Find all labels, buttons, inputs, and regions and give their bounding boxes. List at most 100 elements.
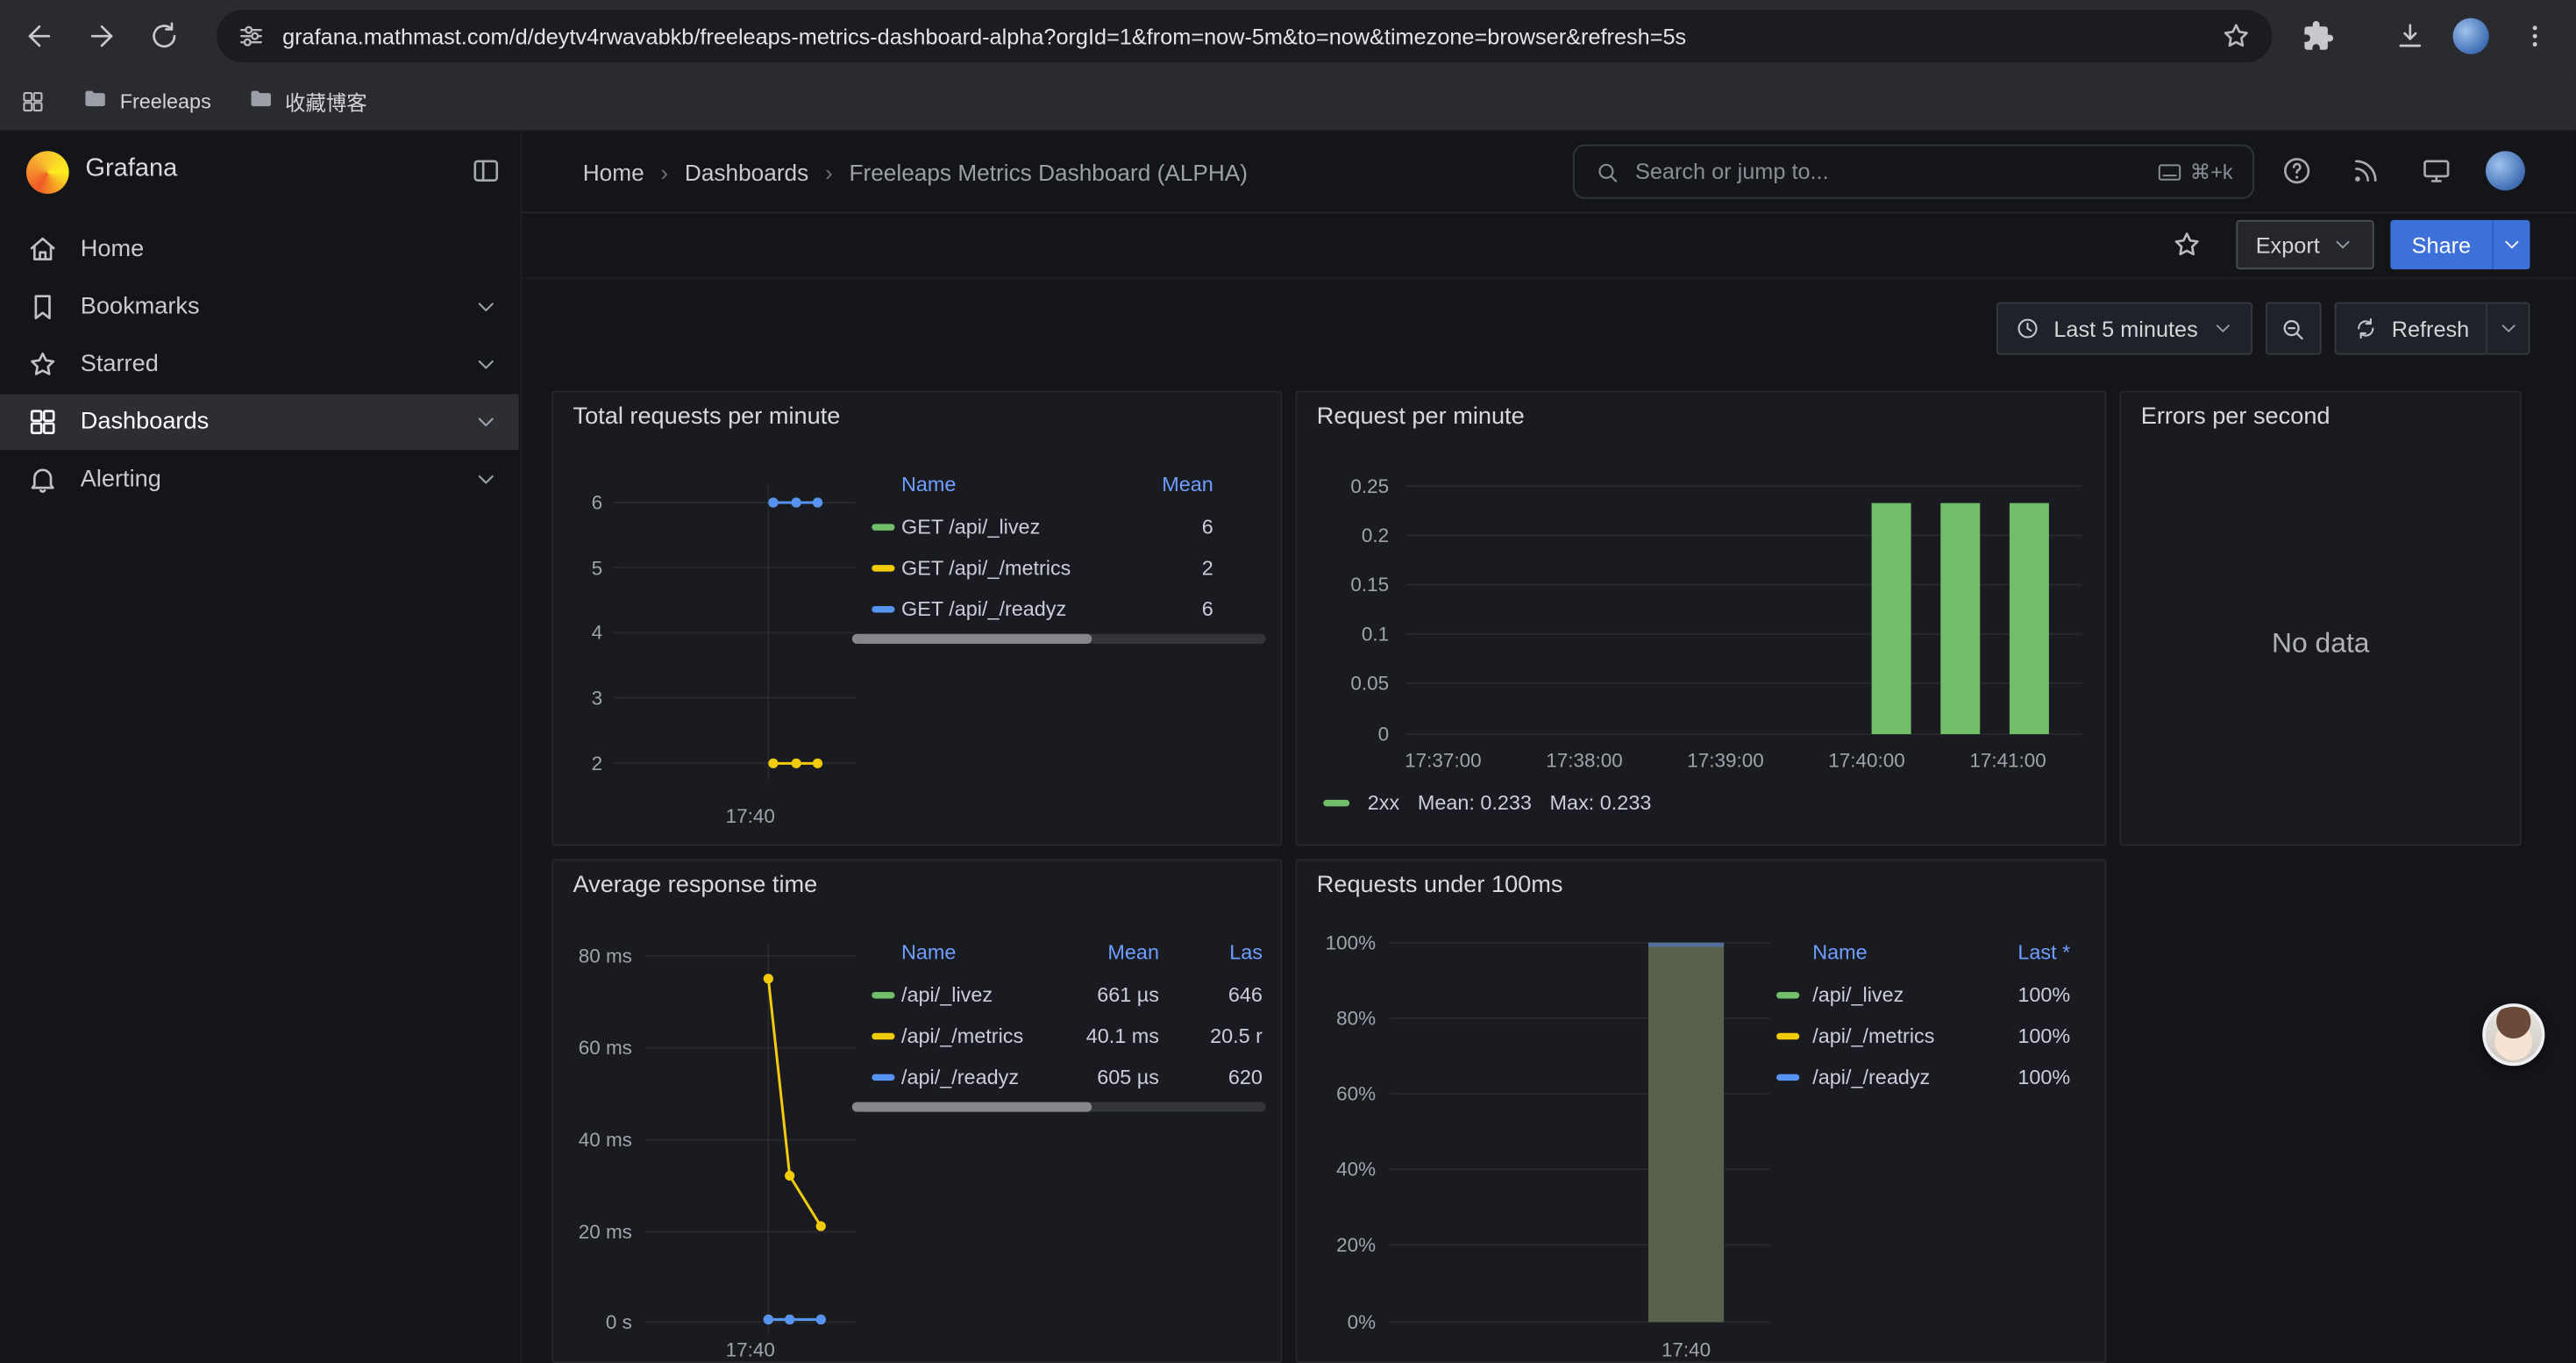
- legend-column-header[interactable]: Las: [1148, 938, 1263, 967]
- monitor-icon[interactable]: [2420, 154, 2452, 187]
- profile-avatar[interactable]: [2453, 18, 2489, 54]
- sidebar-item-starred[interactable]: Starred: [0, 337, 519, 393]
- legend-column-header[interactable]: Name: [901, 938, 956, 967]
- plot-area: [612, 458, 855, 787]
- y-axis-tick-label: 0.25: [1310, 473, 1389, 499]
- sidebar-item-dashboards[interactable]: Dashboards: [0, 394, 519, 450]
- favorite-star-icon[interactable]: [2170, 228, 2202, 260]
- export-button[interactable]: Export: [2236, 220, 2373, 269]
- legend-series-name[interactable]: GET /api/_/metrics: [901, 553, 1071, 585]
- legend-series-name[interactable]: GET /api/_/readyz: [901, 595, 1066, 626]
- chevron-down-icon[interactable]: [473, 352, 499, 378]
- grafana-logo[interactable]: [26, 151, 69, 194]
- url-text[interactable]: grafana.mathmast.com/d/deytv4rwavabkb/fr…: [282, 24, 2203, 48]
- sidebar-item-alerting[interactable]: Alerting: [0, 452, 519, 508]
- main-area: Home › Dashboards › Freeleaps Metrics Da…: [522, 132, 2575, 1363]
- breadcrumb-current: Freeleaps Metrics Dashboard (ALPHA): [849, 159, 1248, 185]
- search-placeholder: Search or jump to...: [1635, 160, 2142, 184]
- y-axis-tick-label: 40 ms: [566, 1127, 632, 1153]
- series-color-dash: [872, 1074, 894, 1081]
- bar: [1648, 943, 1724, 1323]
- y-axis-tick-label: 0%: [1310, 1309, 1376, 1335]
- legend-series-name[interactable]: /api/_/metrics: [1812, 1022, 1934, 1053]
- breadcrumb-separator: ›: [660, 159, 668, 185]
- x-axis-tick-label: 17:38:00: [1528, 747, 1640, 774]
- user-avatar[interactable]: [2486, 151, 2525, 190]
- legend-series-name[interactable]: GET /api/_livez: [901, 512, 1040, 544]
- bar: [2010, 503, 2049, 734]
- panel-title[interactable]: Requests under 100ms: [1317, 872, 1563, 898]
- series-point: [792, 497, 801, 507]
- panel-title[interactable]: Average response time: [573, 872, 818, 898]
- legend-table: NameMeanLas/api/_livez661 µs646/api/_/me…: [852, 926, 1266, 1124]
- sidebar-item-home[interactable]: Home: [0, 222, 519, 278]
- address-bar[interactable]: grafana.mathmast.com/d/deytv4rwavabkb/fr…: [217, 10, 2272, 62]
- back-icon[interactable]: [23, 19, 55, 52]
- legend-series-name[interactable]: /api/_livez: [1812, 981, 1904, 1012]
- time-range-picker[interactable]: Last 5 minutes: [1996, 303, 2252, 355]
- collapse-sidebar-icon[interactable]: [470, 154, 502, 196]
- legend-series-name[interactable]: /api/_/readyz: [901, 1063, 1019, 1095]
- bookmark-item-freeleaps[interactable]: Freeleaps: [82, 85, 211, 117]
- legend-column-header[interactable]: Mean: [1044, 938, 1159, 967]
- y-axis-tick-label: 80 ms: [566, 943, 632, 969]
- panel-total-requests-per-minute: Total requests per minute 6543217:40 Nam…: [551, 391, 1282, 846]
- bookmark-item-blogs[interactable]: 收藏博客: [247, 85, 367, 117]
- share-menu-chevron[interactable]: [2492, 220, 2530, 269]
- refresh-button[interactable]: Refresh: [2334, 303, 2487, 355]
- bookmark-star-icon[interactable]: [2220, 19, 2252, 52]
- folder-icon: [247, 85, 274, 117]
- chevron-down-icon[interactable]: [473, 294, 499, 320]
- x-axis-tick-label: 17:37:00: [1387, 747, 1498, 774]
- x-axis-tick-label: 17:40: [701, 803, 800, 830]
- series-point: [792, 759, 801, 768]
- legend-scrollbar-thumb[interactable]: [852, 1102, 1092, 1111]
- legend-scrollbar-track: [852, 634, 1266, 644]
- help-icon[interactable]: [2281, 154, 2313, 187]
- panel-title[interactable]: Total requests per minute: [573, 404, 841, 431]
- series-color-dash: [872, 992, 894, 998]
- site-settings-icon[interactable]: [237, 21, 267, 51]
- legend-column-header[interactable]: Name: [901, 470, 956, 500]
- legend-column-header[interactable]: Last *: [1955, 938, 2070, 967]
- legend-series-name[interactable]: /api/_/metrics: [901, 1022, 1023, 1053]
- legend-scrollbar-thumb[interactable]: [852, 634, 1092, 644]
- x-axis-tick-label: 17:41:00: [1952, 747, 2063, 774]
- legend-column-header[interactable]: Mean: [1099, 470, 1213, 500]
- breadcrumb-home[interactable]: Home: [583, 159, 644, 185]
- series-point: [813, 759, 822, 768]
- refresh-interval-chevron[interactable]: [2487, 303, 2530, 355]
- breadcrumb-dashboards[interactable]: Dashboards: [685, 159, 808, 185]
- panel-title[interactable]: Request per minute: [1317, 404, 1525, 431]
- extensions-icon[interactable]: [2302, 19, 2334, 52]
- forward-icon[interactable]: [85, 19, 117, 52]
- bar-cap: [1648, 943, 1724, 947]
- share-button[interactable]: Share: [2390, 220, 2492, 269]
- y-axis-tick-label: 0.1: [1310, 621, 1389, 647]
- legend-series-name[interactable]: /api/_/readyz: [1812, 1063, 1930, 1095]
- sidebar-item-label: Starred: [81, 352, 159, 378]
- rss-icon[interactable]: [2350, 154, 2382, 187]
- apps-grid-icon[interactable]: [19, 88, 46, 114]
- sidebar-item-bookmarks[interactable]: Bookmarks: [0, 279, 519, 335]
- panel-requests-under-100ms: Requests under 100ms 100%80%60%40%20%0%1…: [1295, 859, 2106, 1363]
- legend-column-header[interactable]: Name: [1812, 938, 1867, 967]
- y-axis-tick-label: 40%: [1310, 1156, 1376, 1182]
- legend-series-name[interactable]: 2xx: [1368, 792, 1399, 815]
- assistant-avatar[interactable]: [2482, 1003, 2544, 1066]
- search-input[interactable]: Search or jump to... ⌘+k: [1573, 145, 2254, 199]
- menu-kebab-icon[interactable]: [2518, 19, 2551, 52]
- refresh-icon: [2352, 316, 2379, 342]
- chevron-down-icon[interactable]: [473, 409, 499, 435]
- chevron-down-icon[interactable]: [473, 467, 499, 493]
- x-axis-tick-label: 17:40:00: [1811, 747, 1922, 774]
- folder-icon: [82, 85, 109, 117]
- zoom-out-time-button[interactable]: [2266, 303, 2322, 355]
- reload-icon[interactable]: [148, 19, 181, 52]
- y-axis-tick-label: 0.15: [1310, 572, 1389, 598]
- panel-title[interactable]: Errors per second: [2141, 404, 2330, 431]
- legend-series-name[interactable]: /api/_livez: [901, 981, 993, 1012]
- downloads-icon[interactable]: [2394, 19, 2426, 52]
- panel-errors-per-second: Errors per second No data: [2119, 391, 2522, 846]
- y-axis-tick-label: 6: [566, 489, 602, 516]
